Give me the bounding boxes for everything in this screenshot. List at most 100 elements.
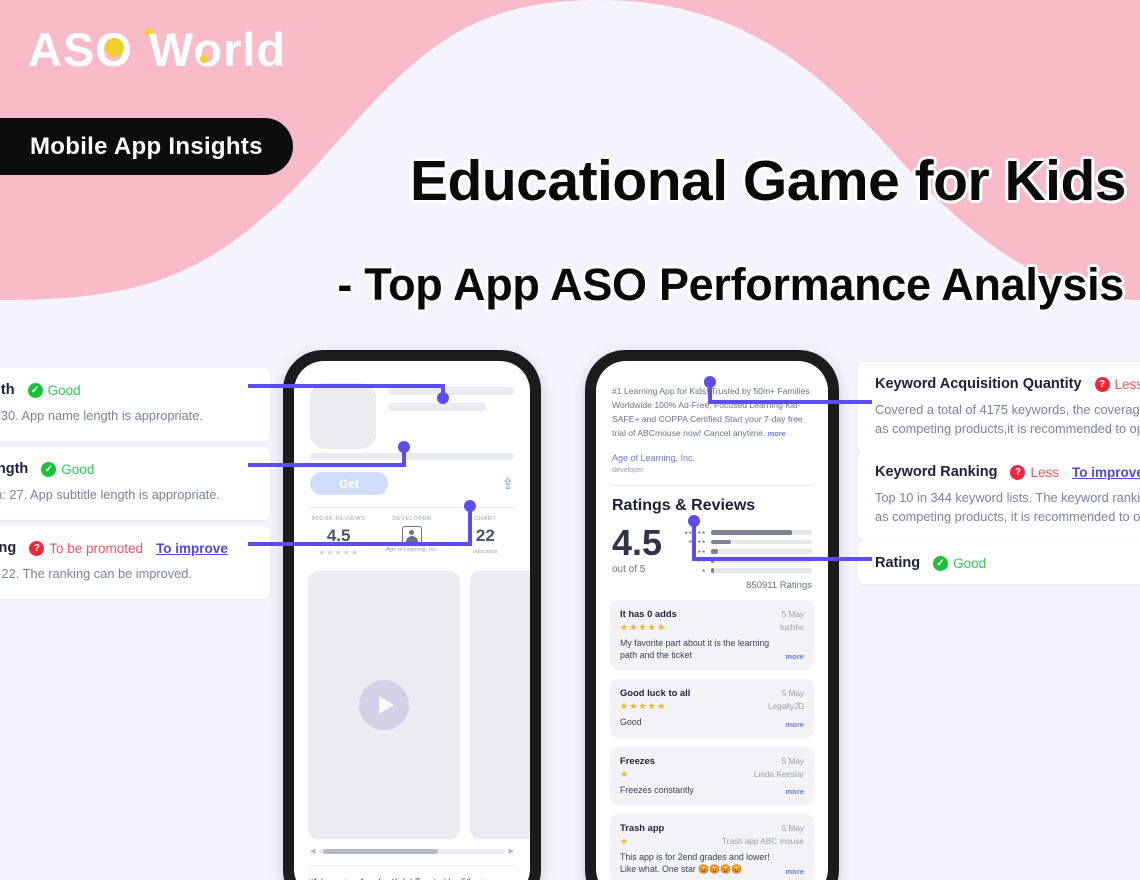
phone-mockup-app-page: Get ⇪ 850.9K reviews 4.5 ★★★★★ DEVELOPER… [283,350,541,880]
histogram-stars: ★★★★ [688,539,707,545]
app-icon-placeholder [310,383,376,449]
review-more-link[interactable]: more [785,787,804,796]
review-item[interactable]: It has 0 adds 5 May ★★★★★ Iuchhc My favorite… [610,599,814,671]
review-item[interactable]: Good luck to all 5 May ★★★★★ LegallyJD Good m… [610,679,814,738]
review-stars: ★ [620,768,630,779]
phone-screen: Get ⇪ 850.9K reviews 4.5 ★★★★★ DEVELOPER… [294,361,530,880]
review-body: Good [620,717,642,728]
screenshot-primary[interactable] [308,571,460,839]
review-date: 5 May [781,756,804,766]
insight-card-keyword-acquisition-quantity[interactable]: Keyword Acquisition Quantity ? Less To i… [858,362,1140,454]
card-title: App subtitle length [0,461,29,477]
to-improve-link[interactable]: To improve [156,541,228,556]
insight-card-app-name-length[interactable]: App name length ✓ Good App name length: … [0,368,270,441]
app-title-placeholder [388,383,514,449]
phone-mockup-reviews-page: #1 Learning App for Kids! Trusted by 50m… [585,350,839,880]
carousel-scrollbar[interactable]: ◀ ▶ [294,839,530,855]
play-icon[interactable] [359,680,409,730]
histogram-stars: ★★★★★ [683,529,707,535]
ratings-summary: 4.5 out of 5 ★★★★★ ★★★★ ★★★ ★★ ★ 850911 Rati… [596,515,828,591]
review-stars: ★★★★★ [620,621,667,632]
app-description: #1 Learning App for Kids! Trusted by 50m… [294,866,530,880]
status-label: Good [61,461,95,477]
card-title: Rating [875,555,921,571]
review-more-link[interactable]: more [785,652,804,661]
review-more-link[interactable]: more [785,720,804,729]
status-label: Less [1030,464,1059,480]
histogram-track [711,549,812,554]
more-link[interactable]: more [768,429,786,438]
card-header: Keyword Ranking ? Less To improve [875,464,1140,480]
histogram-row: ★★ [676,558,812,564]
aso-world-logo: ASO World [28,26,286,73]
question-circle-icon: ? [1094,376,1110,392]
stat-label: CHART [474,516,497,522]
card-title: Keyword Ranking [875,464,998,480]
developer-icon [401,526,422,544]
review-user: Trash app ABC mouse [721,836,804,846]
review-date: 5 May [781,689,804,699]
screenshot-carousel[interactable] [294,567,530,839]
card-title: Keyword Acquisition Quantity [875,376,1082,392]
phone-screen: #1 Learning App for Kids! Trusted by 50m… [596,361,828,880]
logo-text-aso: ASO [28,26,153,73]
stat-reviews: 850.9K reviews 4.5 ★★★★★ [302,516,375,557]
page-title: Educational Game for Kids [410,149,1126,213]
insight-card-category-ranking[interactable]: Category ranking ? To be promoted To imp… [0,526,270,599]
status-label: Less [1114,376,1140,392]
histogram-row: ★★★ [676,549,812,555]
status-label: Good [47,382,81,398]
get-button[interactable]: Get [310,472,388,495]
check-circle-icon: ✓ [41,461,57,477]
ratings-histogram: ★★★★★ ★★★★ ★★★ ★★ ★ 850911 Ratings [676,526,812,591]
histogram-fill [711,568,715,573]
stat-label: DEVELOPER [392,516,432,522]
review-item[interactable]: Trash app 5 May ★ Trash app ABC mouse This a… [610,813,814,880]
share-icon[interactable]: ⇪ [501,475,514,493]
insight-card-app-subtitle-length[interactable]: App subtitle length ✓ Good App subtitle … [0,447,270,520]
card-description: Covered a total of 4175 keywords, the co… [875,402,1140,436]
app-header-row [294,361,530,449]
review-user: Iuchhc [779,622,804,632]
card-description: App name length: 30. App name length is … [0,408,203,423]
status-badge: ✓ Good [27,382,81,398]
page-subtitle: - Top App ASO Performance Analysis [337,259,1124,310]
screenshot-secondary[interactable] [470,571,530,839]
caret-right-icon[interactable]: ▶ [509,847,514,855]
card-header: Keyword Acquisition Quantity ? Less To i… [875,376,1140,392]
histogram-track [711,539,812,545]
stat-value: 22 [475,526,495,545]
card-title: Category ranking [0,540,17,556]
review-date: 5 May [781,609,804,619]
stat-stars: ★★★★★ [318,548,360,557]
histogram-stars: ★ [701,567,707,573]
review-more-link[interactable]: more [785,867,804,876]
scrollbar-thumb[interactable] [323,848,438,854]
status-badge: ? Less [1094,376,1140,392]
to-improve-link[interactable]: To improve [1072,465,1140,480]
histogram-fill [711,558,715,564]
score-value: 4.5 [612,521,663,563]
insight-card-keyword-ranking[interactable]: Keyword Ranking ? Less To improve Top 10… [858,450,1140,542]
developer-role-label: developer [612,464,644,474]
logo-text-world: World [148,23,287,76]
review-body: My favorite part about it is the learnin… [620,637,770,660]
review-user: LegallyJD [768,702,804,712]
insight-card-rating[interactable]: Rating ✓ Good [858,541,1140,584]
status-badge: ✓ Good [41,461,95,477]
review-item[interactable]: Freezes 5 May ★ Linda Keeslar Freezes consta… [610,746,814,805]
ratings-count: 850911 Ratings [746,579,812,591]
card-header: App subtitle length ✓ Good [0,461,253,477]
histogram-row: ★★★★ [676,539,812,545]
stat-sub: Age of Learning, Inc. [386,547,438,553]
caret-left-icon[interactable]: ◀ [310,847,315,855]
review-body: Freezes constantly [620,784,694,795]
review-title: It has 0 adds [620,607,677,619]
check-circle-icon: ✓ [933,555,949,571]
scrollbar-track[interactable] [319,848,505,854]
ratings-section-title: Ratings & Reviews [612,496,756,514]
review-user: Linda Keeslar [753,769,804,779]
developer-name-link[interactable]: Age of Learning, Inc. [612,453,812,463]
stat-label: 850.9K reviews [311,516,366,522]
histogram-fill [711,539,732,545]
